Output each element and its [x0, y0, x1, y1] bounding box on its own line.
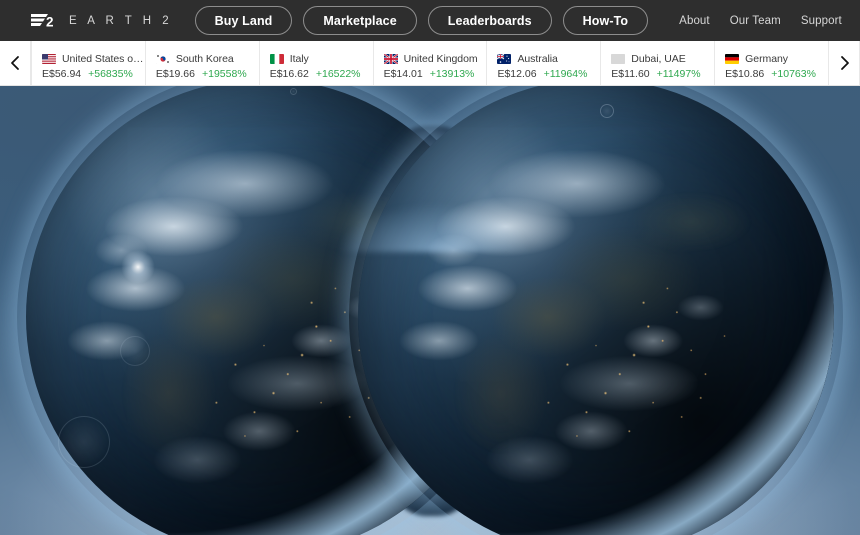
ticker-item-heading: Dubai, UAE	[611, 53, 714, 65]
nav-about-link[interactable]: About	[679, 15, 710, 27]
ticker-item-values: E$56.94 +56835%	[42, 68, 145, 80]
nav-leaderboards-button[interactable]: Leaderboards	[427, 6, 552, 35]
ticker-change: +13913%	[429, 67, 475, 80]
earth-hero-viewport[interactable]	[0, 86, 860, 535]
ticker-item-south-korea[interactable]: South Korea E$19.66 +19558%	[144, 41, 259, 85]
ticker-item-united-kingdom[interactable]: United Kingdom E$14.01 +13913%	[372, 41, 487, 85]
flag-de-icon	[725, 53, 740, 64]
nav-buy-land-button[interactable]: Buy Land	[194, 6, 293, 35]
ticker-country-name: Australia	[517, 52, 558, 65]
nav-marketplace-button[interactable]: Marketplace	[303, 6, 417, 35]
ticker-item-heading: United Kingdom	[383, 52, 487, 65]
nav-our-team-link[interactable]: Our Team	[730, 15, 781, 27]
ticker-item-heading: Italy	[269, 52, 373, 65]
ticker-item-values: E$16.62 +16522%	[270, 68, 373, 80]
ticker-item-australia[interactable]: Australia E$12.06 +11964%	[486, 41, 600, 85]
ticker-item-united-states[interactable]: United States of America E$56.94 +56835%	[31, 41, 145, 85]
brand-logo[interactable]: 2 E A R T H 2	[30, 11, 173, 30]
ticker-price: E$11.60	[611, 67, 650, 80]
flag-it-icon	[269, 53, 284, 64]
flag-au-icon	[497, 53, 512, 64]
ticker-item-values: E$10.86 +10763%	[725, 68, 828, 80]
globe-atmosphere-rim	[358, 86, 834, 535]
secondary-nav: About Our Team Support Log in/Sign up	[679, 15, 860, 27]
ticker-item-germany[interactable]: Germany E$10.86 +10763%	[714, 41, 828, 85]
ticker-item-values: E$11.60 +11497%	[611, 68, 714, 80]
ticker-price: E$12.06	[497, 67, 537, 80]
ticker-price: E$10.86	[725, 67, 765, 80]
globe-cloud-texture	[358, 86, 834, 535]
ticker-item-values: E$14.01 +13913%	[384, 68, 487, 80]
ticker-item-values: E$19.66 +19558%	[156, 68, 259, 80]
ticker-change: +10763%	[771, 67, 816, 80]
brand-name: E A R T H 2	[69, 14, 173, 27]
site-header: 2 E A R T H 2 Buy Land Marketplace Leade…	[0, 0, 860, 41]
globe-right[interactable]	[358, 86, 834, 535]
ticker-next-button[interactable]	[829, 41, 859, 85]
ticker-country-name: South Korea	[175, 52, 234, 65]
ticker-change: +56835%	[88, 67, 133, 80]
nav-support-link[interactable]: Support	[801, 15, 842, 27]
ticker-items: United States of America E$56.94 +56835%	[31, 41, 828, 85]
globe-city-lights	[358, 86, 834, 535]
flag-us-icon	[42, 53, 56, 64]
primary-nav: Buy Land Marketplace Leaderboards How-To	[194, 6, 649, 35]
ticker-price: E$16.62	[269, 67, 309, 80]
ticker-item-dubai-uae[interactable]: Dubai, UAE E$11.60 +11497%	[600, 41, 714, 85]
ticker-change: +11964%	[543, 67, 588, 80]
ticker-change: +11497%	[656, 67, 701, 80]
ticker-country-name: Germany	[745, 52, 788, 65]
ticker-prev-button[interactable]	[0, 41, 30, 85]
ticker-change: +19558%	[201, 67, 247, 80]
ticker-country-name: United Kingdom	[403, 52, 478, 65]
country-price-ticker: United States of America E$56.94 +56835%	[0, 41, 860, 86]
ticker-item-heading: United States of America	[42, 53, 145, 65]
ticker-item-heading: Germany	[725, 53, 828, 65]
ticker-price: E$56.94	[42, 67, 82, 80]
sun-glint	[121, 250, 156, 285]
earth2-landing-page: 2 E A R T H 2 Buy Land Marketplace Leade…	[0, 0, 860, 535]
ticker-item-italy[interactable]: Italy E$16.62 +16522%	[258, 41, 373, 85]
ticker-price: E$14.01	[383, 67, 423, 80]
ticker-item-heading: South Korea	[155, 52, 259, 65]
ticker-country-name: United States of America	[62, 52, 145, 65]
globe-terrain-texture	[358, 86, 834, 535]
e2-logo-icon: 2	[30, 11, 57, 30]
ticker-item-heading: Australia	[497, 53, 600, 65]
nav-how-to-button[interactable]: How-To	[562, 6, 649, 35]
flag-placeholder-icon	[611, 53, 626, 64]
ticker-change: +16522%	[315, 67, 361, 80]
flag-kr-icon	[155, 53, 170, 64]
ticker-price: E$19.66	[155, 67, 195, 80]
ticker-country-name: Italy	[289, 52, 309, 65]
svg-text:2: 2	[46, 15, 54, 30]
earth-render	[0, 86, 860, 535]
ticker-country-name: Dubai, UAE	[631, 52, 686, 65]
ticker-item-values: E$12.06 +11964%	[497, 68, 600, 80]
flag-gb-icon	[383, 53, 398, 64]
